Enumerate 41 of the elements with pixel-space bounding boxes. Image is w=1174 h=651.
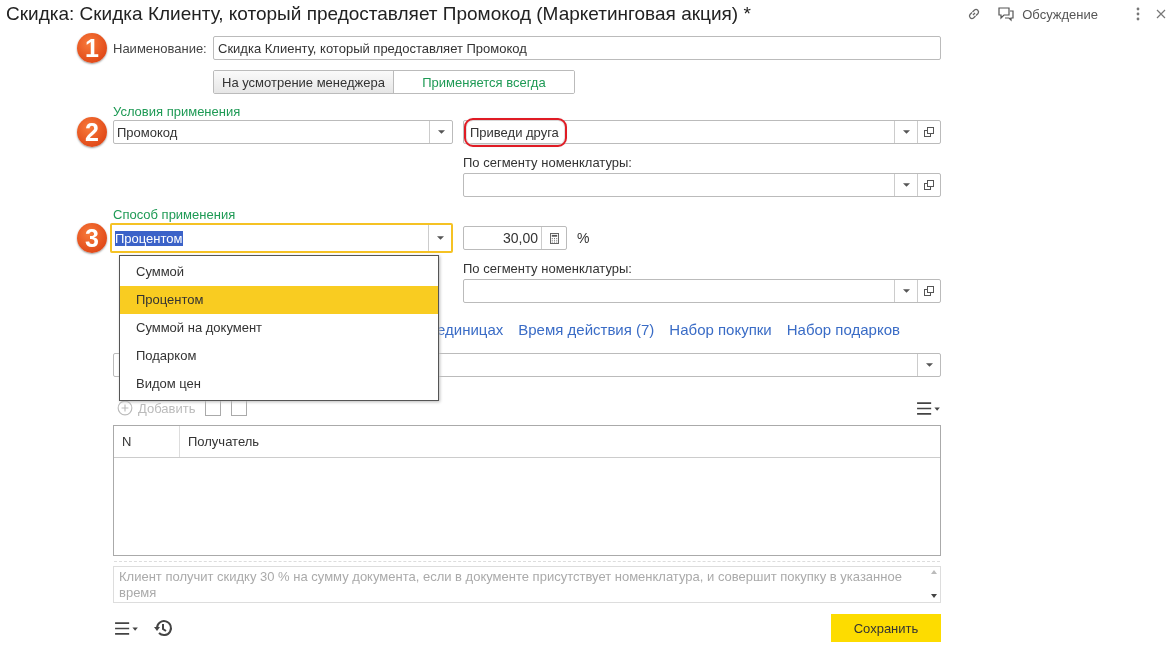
tab-link[interactable]: Набор подарков (786, 320, 900, 338)
dropdown-field[interactable] (463, 173, 941, 197)
callout-badge: 3 (77, 223, 107, 253)
dropdown-field[interactable]: Приведи друга (463, 120, 941, 144)
section-heading: Способ применения (113, 206, 237, 223)
number-field[interactable]: 30,00 (463, 226, 567, 250)
dropdown-option[interactable]: Подарком (120, 342, 438, 370)
toggle-option[interactable]: На усмотрение менеджера (214, 71, 394, 93)
tab-link[interactable]: Набор покупки (669, 320, 772, 338)
name-field[interactable]: Скидка Клиенту, который предоставляет Промокод (213, 36, 941, 60)
close-icon[interactable] (1156, 9, 1166, 19)
save-button[interactable]: Сохранить (831, 614, 941, 642)
section-heading: Условия применения (113, 103, 242, 120)
menu-icon[interactable] (115, 621, 139, 635)
dropdown-field[interactable] (463, 279, 941, 303)
column-header[interactable]: Получатель (180, 426, 940, 457)
move-down-button[interactable] (231, 400, 248, 416)
window-title: Скидка: Скидка Клиенту, который предоставляет Промокод (Маркетинговая акция) * (6, 3, 752, 25)
field-label: Наименование: (113, 40, 208, 56)
dropdown-option[interactable]: Видом цен (120, 370, 438, 398)
dropdown-field[interactable]: Процентом (110, 223, 453, 253)
scrollbar-icon (931, 569, 937, 599)
column-header[interactable]: N (114, 426, 180, 457)
menu-icon[interactable] (917, 401, 941, 415)
move-up-button[interactable] (205, 400, 222, 416)
add-icon (117, 400, 133, 416)
more-icon[interactable] (1136, 7, 1140, 21)
field-label: По сегменту номенклатуры: (463, 154, 633, 172)
tab-link[interactable]: единицах (437, 320, 504, 338)
dropdown-option[interactable]: Суммой на документ (120, 314, 438, 342)
unit-label: % (577, 230, 590, 246)
dropdown-field[interactable]: Промокод (113, 120, 453, 144)
tab-link[interactable]: Время действия (7) (518, 320, 655, 338)
field-label: По сегменту номенклатуры: (463, 260, 633, 278)
dropdown-option[interactable]: Суммой (120, 258, 438, 286)
callout-badge: 2 (77, 117, 107, 147)
callout-badge: 1 (77, 33, 107, 63)
history-icon[interactable] (153, 618, 173, 638)
dropdown-option[interactable]: Процентом (120, 286, 438, 314)
discussion-button[interactable]: Обсуждение (998, 6, 1098, 22)
chat-icon (998, 6, 1015, 22)
